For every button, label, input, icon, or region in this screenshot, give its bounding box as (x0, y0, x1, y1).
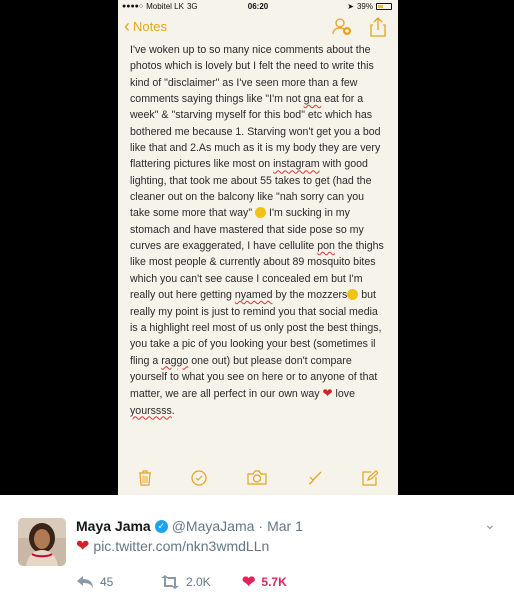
checklist-icon[interactable] (191, 469, 207, 491)
trash-icon[interactable] (138, 469, 152, 491)
navbar-actions (332, 17, 386, 42)
misspelled-word: pon (317, 240, 335, 253)
like-count: 5.7K (261, 575, 287, 589)
verified-icon: ✓ (154, 519, 168, 533)
chevron-down-icon[interactable]: ⌄ (484, 516, 496, 533)
note-text: . (171, 404, 175, 417)
reply-button[interactable]: 45 (76, 575, 160, 589)
back-button[interactable]: ‹ Notes (124, 16, 167, 36)
note-body[interactable]: I've woken up to so many nice comments a… (130, 42, 386, 419)
note-screenshot: ●●●●○ Mobitel LK 3G 06:20 ➤ 39% ‹ Notes (0, 0, 514, 495)
battery-icon (376, 3, 392, 10)
retweet-count: 2.0K (186, 575, 211, 589)
compose-icon[interactable] (362, 469, 380, 491)
like-button[interactable]: ❤ 5.7K (242, 572, 287, 592)
tired-emoji-icon (347, 289, 359, 301)
back-chevron-icon: ‹ (124, 16, 130, 36)
camera-icon[interactable] (247, 470, 267, 490)
note-text: love (332, 388, 355, 401)
tweet-actions: 45 2.0K ❤ 5.7K (76, 572, 287, 592)
separator-dot: · (258, 518, 264, 534)
retweet-icon (161, 575, 179, 589)
retweet-button[interactable]: 2.0K (160, 575, 242, 589)
reply-icon (77, 576, 93, 588)
grimace-emoji-icon (255, 207, 267, 219)
sketch-icon[interactable] (307, 470, 323, 491)
status-bar: ●●●●○ Mobitel LK 3G 06:20 ➤ 39% (118, 0, 398, 14)
phone-screen: ●●●●○ Mobitel LK 3G 06:20 ➤ 39% ‹ Notes (118, 0, 398, 495)
tweet-header: Maya Jama ✓ @MayaJama · Mar 1 (76, 518, 303, 534)
tweet-date[interactable]: Mar 1 (267, 518, 303, 534)
notes-navbar: ‹ Notes (118, 14, 398, 40)
red-heart-emoji-icon: ❤ (322, 386, 333, 401)
battery-percent: 39% (356, 2, 373, 11)
note-text: by the mozzers (272, 289, 348, 302)
misspelled-word: raggo (161, 354, 189, 367)
like-icon: ❤ (242, 574, 256, 591)
author-handle[interactable]: @MayaJama (172, 518, 255, 534)
media-link[interactable]: pic.twitter.com/nkn3wmdLLn (93, 538, 269, 554)
heart-icon: ❤ (76, 538, 90, 555)
back-label: Notes (133, 19, 167, 34)
misspelled-word: instagram (273, 158, 320, 171)
misspelled-word: nyamed (234, 289, 273, 302)
share-icon[interactable] (370, 17, 386, 42)
misspelled-word: yourssss (130, 404, 172, 417)
status-right: ➤ 39% (347, 2, 392, 11)
avatar[interactable] (18, 518, 66, 566)
misspelled-word: gna (303, 93, 322, 106)
notes-toolbar (118, 465, 398, 495)
location-icon: ➤ (347, 2, 354, 11)
reply-count: 45 (100, 575, 114, 589)
add-person-icon[interactable] (332, 17, 352, 42)
tweet-text: ❤ pic.twitter.com/nkn3wmdLLn (76, 536, 269, 556)
author-name[interactable]: Maya Jama (76, 518, 151, 534)
